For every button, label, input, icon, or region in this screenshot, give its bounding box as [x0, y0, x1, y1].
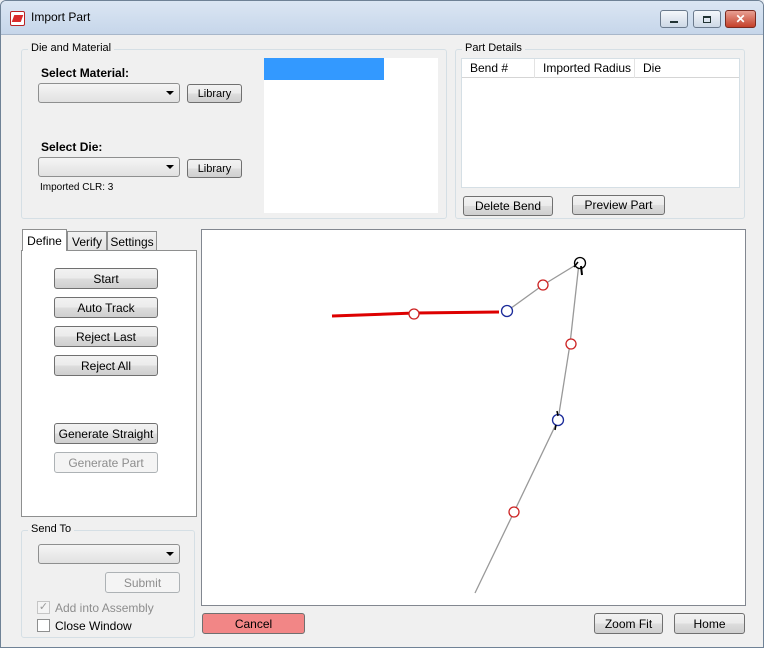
die-and-material-group: Die and Material Select Material: Librar… [21, 42, 447, 219]
die-library-button[interactable]: Library [187, 159, 242, 178]
title-bar[interactable]: Import Part ✕ [1, 1, 763, 35]
part-preview-canvas[interactable] [201, 229, 746, 606]
bend-tick [554, 424, 557, 431]
define-tab-panel: Start Auto Track Reject Last Reject All … [21, 250, 197, 517]
close-window-label: Close Window [55, 619, 132, 633]
add-into-assembly-label: Add into Assembly [55, 601, 154, 615]
column-header-bend-number[interactable]: Bend # [462, 59, 535, 78]
minimize-button[interactable] [660, 10, 688, 28]
import-part-window: Import Part ✕ Die and Material Select Ma… [0, 0, 764, 648]
send-to-group: Send To Submit ✓ Add into Assembly Close… [21, 523, 195, 638]
die-select[interactable] [38, 157, 180, 177]
column-header-imported-radius[interactable]: Imported Radius [535, 59, 635, 78]
chevron-down-icon [166, 165, 174, 169]
midpoint-marker[interactable] [508, 506, 520, 518]
material-library-button[interactable]: Library [187, 84, 242, 103]
die-and-material-label: Die and Material [28, 42, 115, 54]
close-icon: ✕ [735, 12, 746, 26]
tab-define[interactable]: Define [22, 229, 67, 251]
bend-marker[interactable] [551, 413, 565, 427]
reject-last-button[interactable]: Reject Last [54, 326, 158, 347]
part-details-group: Part Details Bend # Imported Radius Die … [455, 42, 745, 219]
material-select[interactable] [38, 83, 180, 103]
add-into-assembly-checkbox[interactable]: ✓ [37, 601, 50, 614]
cancel-button[interactable]: Cancel [202, 613, 305, 634]
part-details-label: Part Details [462, 42, 525, 54]
zoom-fit-button[interactable]: Zoom Fit [594, 613, 663, 634]
generate-straight-button[interactable]: Generate Straight [54, 423, 158, 444]
close-window-checkbox[interactable] [37, 619, 50, 632]
imported-clr-label: Imported CLR: 3 [40, 182, 114, 193]
close-button[interactable]: ✕ [725, 10, 756, 28]
maximize-icon [703, 15, 711, 23]
send-to-select[interactable] [38, 544, 180, 564]
chevron-down-icon [166, 552, 174, 556]
generate-part-button[interactable]: Generate Part [54, 452, 158, 473]
material-die-preview-list[interactable] [264, 58, 438, 213]
bend-list[interactable]: Bend # Imported Radius Die [461, 58, 740, 188]
select-die-label: Select Die: [41, 140, 103, 154]
home-button[interactable]: Home [674, 613, 745, 634]
part-path-drawing [331, 256, 587, 594]
midpoint-marker[interactable] [537, 279, 549, 291]
submit-button[interactable]: Submit [105, 572, 180, 593]
bend-list-header: Bend # Imported Radius Die [462, 59, 739, 78]
bend-marker[interactable] [573, 256, 587, 270]
chevron-down-icon [166, 91, 174, 95]
column-header-die[interactable]: Die [635, 59, 739, 78]
bend-tick [580, 265, 583, 276]
selected-list-row[interactable] [264, 58, 384, 80]
bend-tick [556, 410, 559, 417]
tab-settings[interactable]: Settings [107, 231, 157, 251]
tab-verify[interactable]: Verify [67, 231, 107, 251]
app-icon [10, 11, 25, 26]
reject-all-button[interactable]: Reject All [54, 355, 158, 376]
auto-track-button[interactable]: Auto Track [54, 297, 158, 318]
window-title: Import Part [31, 10, 91, 24]
start-button[interactable]: Start [54, 268, 158, 289]
preview-part-button[interactable]: Preview Part [572, 195, 665, 215]
midpoint-marker[interactable] [565, 338, 577, 350]
maximize-button[interactable] [693, 10, 721, 28]
midpoint-marker[interactable] [408, 308, 420, 320]
delete-bend-button[interactable]: Delete Bend [463, 196, 553, 216]
send-to-label: Send To [28, 523, 75, 535]
select-material-label: Select Material: [41, 66, 130, 80]
bend-marker[interactable] [500, 304, 514, 318]
minimize-icon [670, 21, 678, 23]
